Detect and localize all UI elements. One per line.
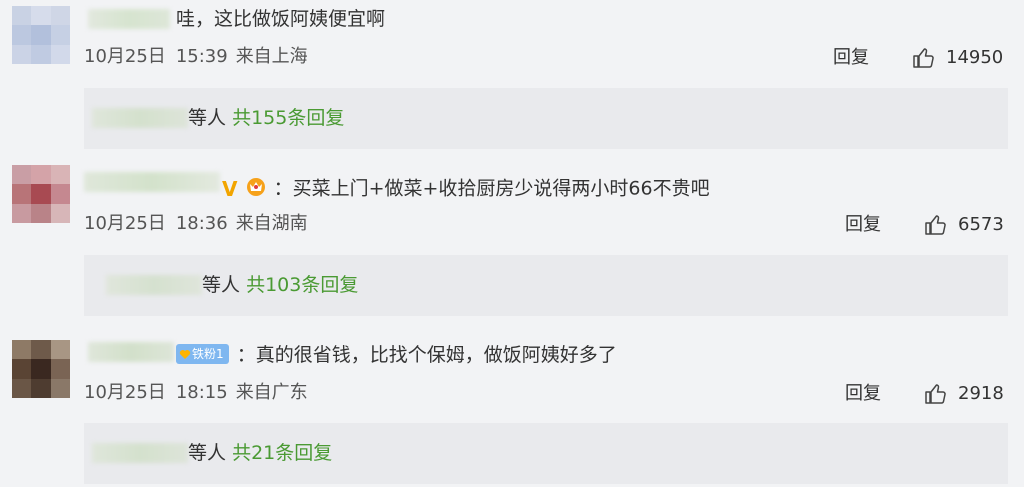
thumbs-up-icon [925, 384, 946, 404]
comment-date: 10月25日 [84, 213, 166, 234]
reply-button[interactable]: 回复 [845, 214, 881, 236]
reply-summary[interactable]: 等人 共103条回复 [84, 255, 1008, 316]
verified-v-icon: V [222, 177, 238, 201]
fan-badge-label: 铁粉1 [192, 347, 224, 361]
reply-summary[interactable]: 等人 共21条回复 [84, 423, 1008, 484]
crown-badge-icon [244, 175, 268, 203]
comment-text: ：真的很省钱，比找个保姆，做饭阿姨好多了 [236, 344, 617, 366]
comment-location: 来自广东 [235, 382, 308, 403]
replier-name-blurred [92, 443, 188, 463]
comment-time: 18:36 [175, 213, 228, 234]
comment-meta: 10月25日 18:15 来自广东 [84, 382, 308, 404]
username-blurred[interactable] [84, 172, 220, 192]
avatar[interactable] [12, 340, 70, 398]
replier-name-blurred [106, 275, 202, 295]
reply-summary-text: 等人 共21条回复 [188, 441, 332, 465]
avatar[interactable] [12, 6, 70, 64]
comment-text-row: 铁粉1 ：真的很省钱，比找个保姆，做饭阿姨好多了 [176, 343, 617, 367]
comment-location: 来自上海 [235, 46, 308, 67]
reply-summary[interactable]: 等人 共155条回复 [84, 88, 1008, 149]
reply-count-link[interactable]: 共103条回复 [246, 274, 358, 296]
fan-badge: 铁粉1 [176, 344, 229, 364]
like-count: 14950 [946, 47, 1004, 68]
like-button[interactable]: 6573 [924, 213, 1004, 237]
like-button[interactable]: 2918 [924, 382, 1004, 406]
username-blurred[interactable] [88, 9, 170, 29]
username-blurred[interactable] [88, 342, 174, 362]
like-button[interactable]: 14950 [912, 46, 1003, 70]
like-count: 2918 [958, 383, 1004, 404]
like-count: 6573 [958, 214, 1004, 235]
reply-suffix: 等人 [188, 442, 227, 464]
replier-name-blurred [92, 108, 188, 128]
reply-suffix: 等人 [188, 107, 227, 129]
comment-date: 10月25日 [84, 46, 166, 67]
reply-summary-text: 等人 共103条回复 [202, 273, 358, 297]
reply-button[interactable]: 回复 [833, 47, 869, 69]
comment-time: 18:15 [175, 382, 228, 403]
comment-text-row: V ：买菜上门+做菜+收拾厨房少说得两小时66不贵吧 [222, 175, 710, 203]
comment-date: 10月25日 [84, 382, 166, 403]
avatar[interactable] [12, 165, 70, 223]
comment-time: 15:39 [175, 46, 228, 67]
heart-icon [179, 350, 191, 359]
reply-summary-text: 等人 共155条回复 [188, 106, 344, 130]
comment-text: 哇，这比做饭阿姨便宜啊 [176, 8, 386, 30]
comment-meta: 10月25日 15:39 来自上海 [84, 46, 308, 68]
reply-button[interactable]: 回复 [845, 383, 881, 405]
reply-suffix: 等人 [202, 274, 241, 296]
comment-location: 来自湖南 [235, 213, 308, 234]
reply-count-link[interactable]: 共21条回复 [232, 442, 332, 464]
thumbs-up-icon [913, 48, 934, 68]
thumbs-up-icon [925, 215, 946, 235]
reply-count-link[interactable]: 共155条回复 [232, 107, 344, 129]
comment-meta: 10月25日 18:36 来自湖南 [84, 213, 308, 235]
comment-text: ：买菜上门+做菜+收拾厨房少说得两小时66不贵吧 [273, 177, 710, 200]
